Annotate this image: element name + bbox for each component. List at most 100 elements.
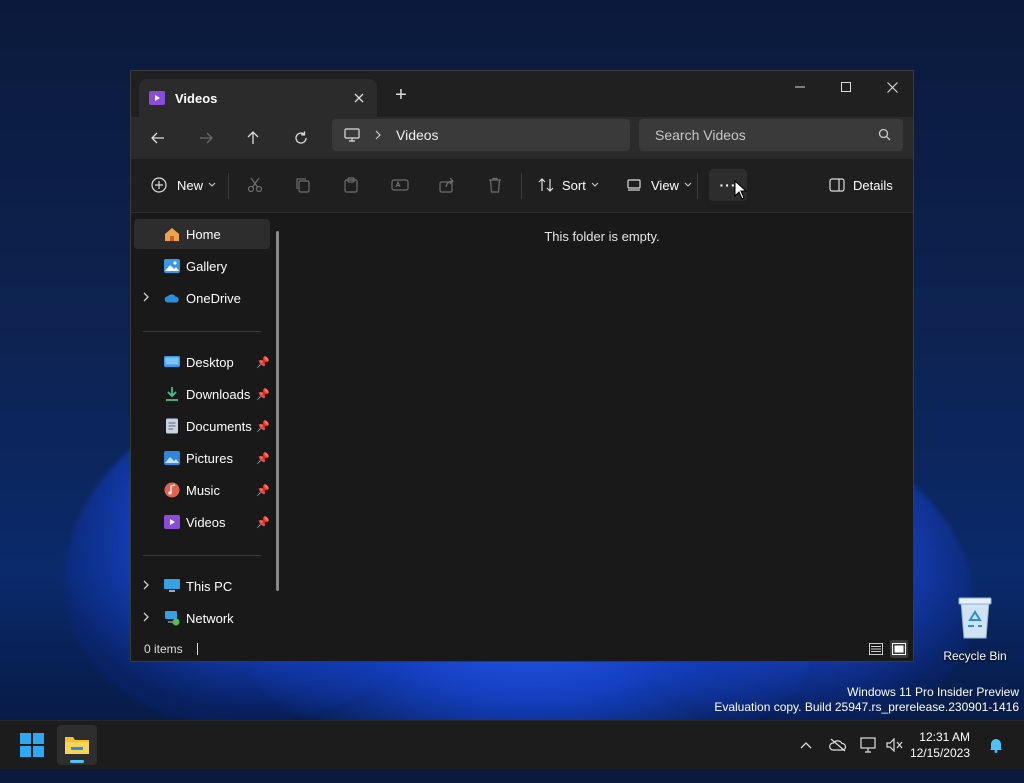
toolbar-divider xyxy=(697,173,698,199)
evaluation-watermark: Windows 11 Pro Insider Preview Evaluatio… xyxy=(714,685,1019,715)
view-button[interactable]: View xyxy=(627,169,692,201)
watermark-line-2: Evaluation copy. Build 25947.rs_prerelea… xyxy=(714,700,1019,714)
window-close-button[interactable] xyxy=(869,71,915,103)
chevron-right-icon[interactable] xyxy=(142,579,150,593)
sidebar-item-onedrive[interactable]: OneDrive xyxy=(134,283,270,313)
network-tray-button[interactable] xyxy=(857,733,881,757)
cut-button[interactable] xyxy=(247,169,263,201)
notifications-button[interactable] xyxy=(984,733,1008,757)
refresh-icon xyxy=(295,131,307,144)
chevron-down-icon xyxy=(208,182,216,187)
toolbar-divider xyxy=(521,173,522,199)
sidebar-item-videos[interactable]: Videos 📌 xyxy=(134,507,270,537)
refresh-button[interactable] xyxy=(286,123,316,153)
sidebar-item-music[interactable]: Music 📌 xyxy=(134,475,270,505)
sidebar-item-label: Pictures xyxy=(186,450,233,466)
sidebar-item-pictures[interactable]: Pictures 📌 xyxy=(134,443,270,473)
delete-button[interactable] xyxy=(487,169,503,201)
tab-close-button[interactable] xyxy=(349,88,369,108)
close-icon xyxy=(886,81,898,93)
sidebar-item-downloads[interactable]: Downloads 📌 xyxy=(134,379,270,409)
details-view-button[interactable] xyxy=(867,640,885,658)
sidebar-item-documents[interactable]: Documents 📌 xyxy=(134,411,270,441)
bell-icon xyxy=(990,739,1002,753)
pictures-icon xyxy=(164,450,180,466)
tiles-view-icon xyxy=(892,643,906,655)
address-bar[interactable]: Videos xyxy=(332,119,630,151)
network-icon xyxy=(164,610,180,626)
new-button[interactable]: New xyxy=(151,169,216,201)
cloud-offline-icon xyxy=(829,738,847,752)
chevron-right-icon[interactable] xyxy=(142,291,150,305)
arrow-right-icon xyxy=(200,132,213,144)
pin-icon: 📌 xyxy=(256,484,270,497)
sidebar-item-desktop[interactable]: Desktop 📌 xyxy=(134,347,270,377)
system-clock[interactable]: 12:31 AM 12/15/2023 xyxy=(908,729,970,761)
sidebar-item-this-pc[interactable]: This PC xyxy=(134,571,270,601)
videos-icon xyxy=(149,91,165,105)
maximize-button[interactable] xyxy=(823,71,869,103)
back-button[interactable] xyxy=(143,123,173,153)
taskbar-file-explorer[interactable] xyxy=(57,725,97,765)
navigation-bar: Videos xyxy=(131,117,913,159)
volume-muted-icon xyxy=(886,738,903,752)
tab-title: Videos xyxy=(175,90,218,106)
volume-tray-button[interactable] xyxy=(883,733,907,757)
this-pc-icon xyxy=(164,578,180,594)
sort-button-label: Sort xyxy=(562,177,586,193)
minimize-button[interactable] xyxy=(777,71,823,103)
new-button-label: New xyxy=(177,177,204,193)
network-status-icon xyxy=(860,737,876,753)
navigation-pane-scrollbar[interactable] xyxy=(276,231,279,591)
pin-icon: 📌 xyxy=(256,356,270,369)
trash-icon xyxy=(489,177,501,193)
up-button[interactable] xyxy=(238,123,268,153)
desktop-folder-icon xyxy=(164,354,180,370)
sidebar-item-network[interactable]: Network xyxy=(134,603,270,633)
pin-icon: 📌 xyxy=(256,516,270,529)
show-hidden-icons-button[interactable] xyxy=(794,733,818,757)
paste-button[interactable] xyxy=(343,169,359,201)
rename-icon xyxy=(391,179,409,191)
search-input[interactable] xyxy=(653,126,867,144)
desktop-recycle-bin[interactable]: Recycle Bin xyxy=(940,596,1010,663)
videos-icon xyxy=(164,514,180,530)
gallery-icon xyxy=(164,258,180,274)
file-list-area[interactable]: This folder is empty. xyxy=(291,213,913,637)
chevron-right-icon[interactable] xyxy=(142,611,150,625)
close-icon xyxy=(354,93,364,103)
large-icons-view-button[interactable] xyxy=(890,640,908,658)
sidebar-item-gallery[interactable]: Gallery xyxy=(134,251,270,281)
onedrive-icon xyxy=(164,290,180,306)
rename-button[interactable] xyxy=(391,169,409,201)
file-explorer-icon xyxy=(65,737,89,754)
status-divider xyxy=(196,643,198,655)
breadcrumb[interactable]: Videos xyxy=(396,127,439,143)
details-button-label: Details xyxy=(853,177,893,193)
forward-button[interactable] xyxy=(191,123,221,153)
sidebar-item-label: OneDrive xyxy=(186,290,241,306)
copy-icon xyxy=(296,178,310,193)
sidebar-item-label: Videos xyxy=(186,514,226,530)
chevron-up-icon xyxy=(800,742,812,749)
onedrive-tray-button[interactable] xyxy=(826,733,850,757)
documents-icon xyxy=(164,418,180,434)
sidebar-item-home[interactable]: Home xyxy=(134,219,270,249)
copy-button[interactable] xyxy=(295,169,311,201)
sort-button[interactable]: Sort xyxy=(538,169,599,201)
sidebar-divider xyxy=(143,331,261,332)
start-button[interactable] xyxy=(12,725,52,765)
details-pane-button[interactable]: Details xyxy=(829,169,893,201)
search-box[interactable] xyxy=(639,119,903,151)
chevron-down-icon xyxy=(591,182,599,187)
sidebar-item-label: Downloads xyxy=(186,386,251,402)
tab-videos[interactable]: Videos xyxy=(139,79,377,117)
new-tab-button[interactable]: + xyxy=(390,84,412,106)
recycle-bin-icon xyxy=(958,597,992,639)
sidebar-item-label: Documents xyxy=(186,418,252,434)
item-count: 0 items xyxy=(144,642,183,656)
share-button[interactable] xyxy=(439,169,455,201)
music-icon xyxy=(164,482,180,498)
pin-icon: 📌 xyxy=(256,388,270,401)
watermark-line-1: Windows 11 Pro Insider Preview xyxy=(847,685,1019,699)
